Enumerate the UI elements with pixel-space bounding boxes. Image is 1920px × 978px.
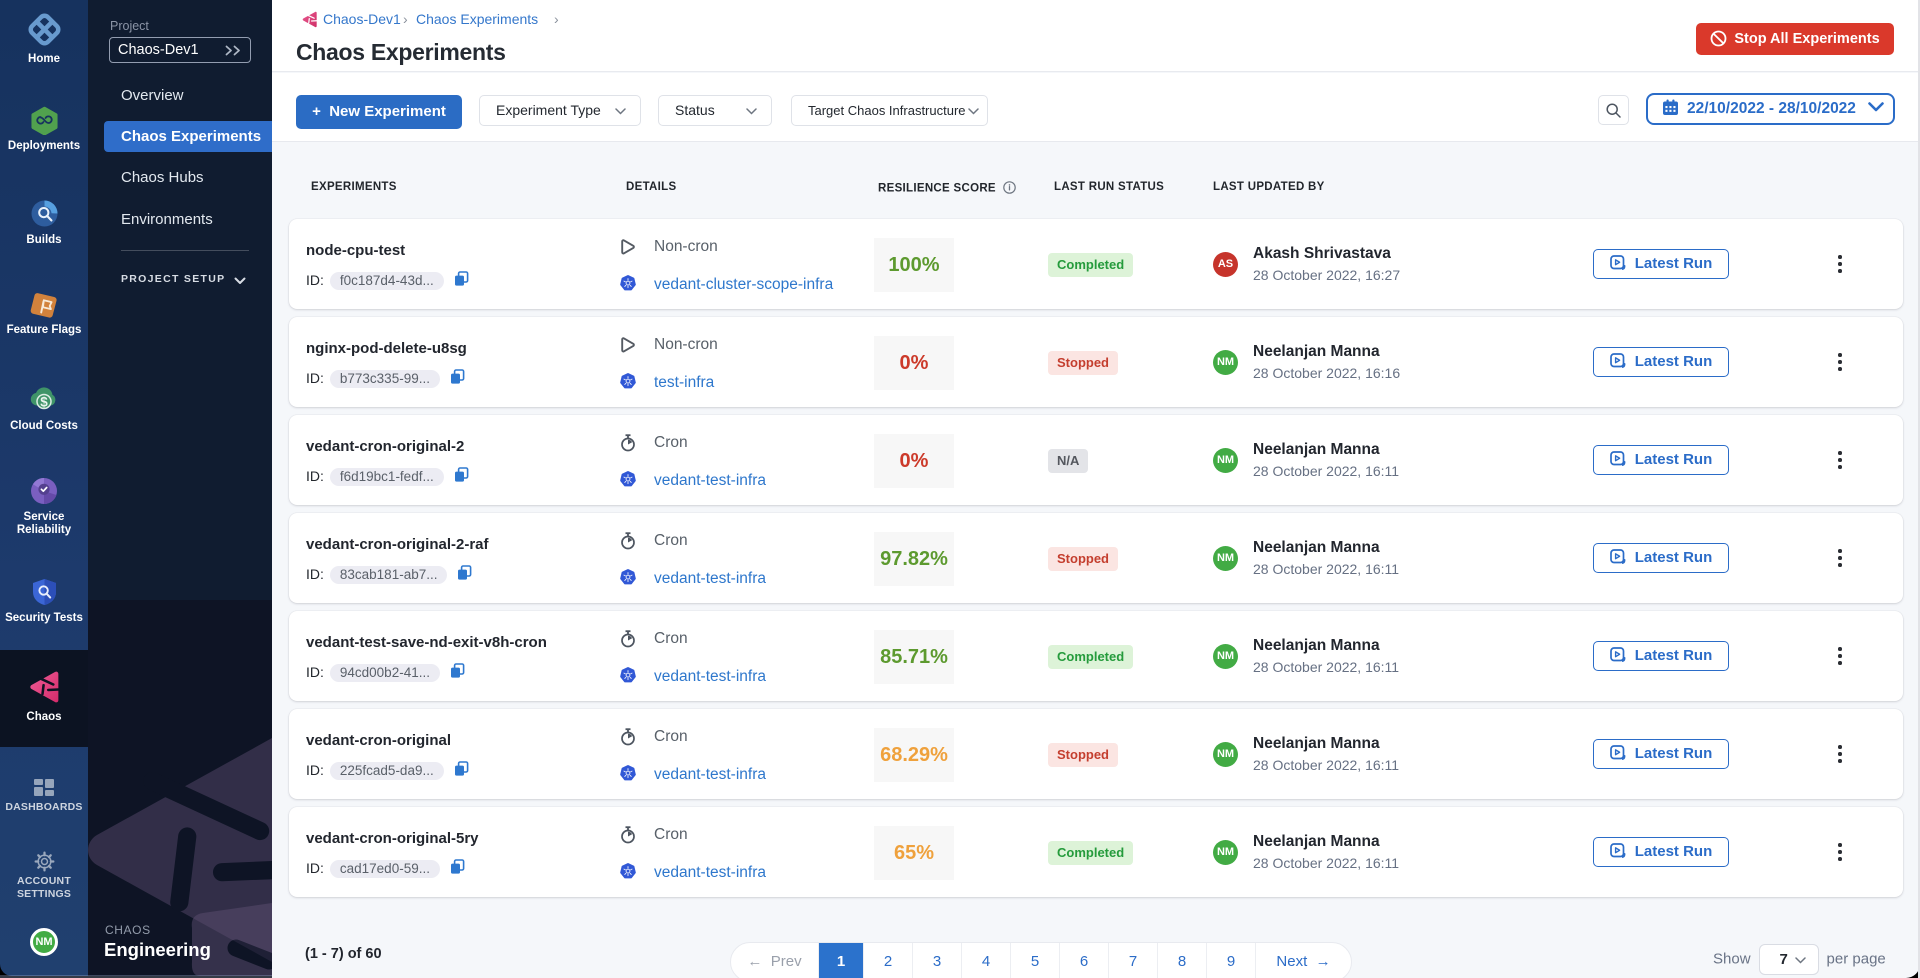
svg-text:$: $	[40, 395, 48, 410]
